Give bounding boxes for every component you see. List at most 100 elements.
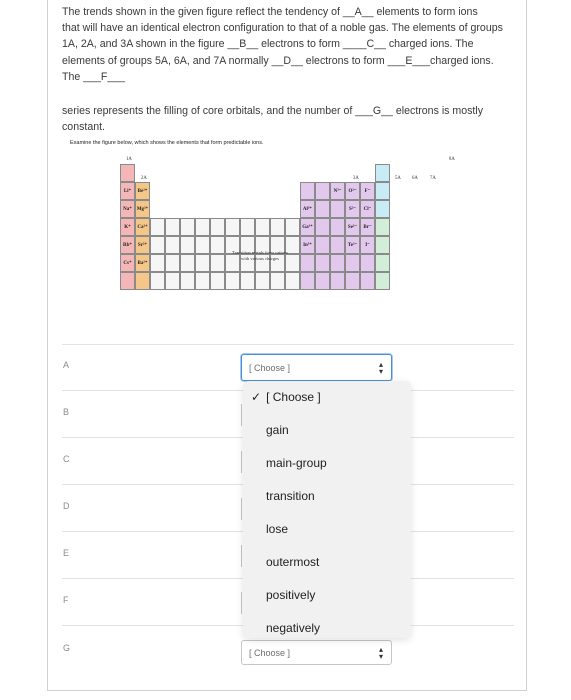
element-cell	[330, 236, 345, 254]
group-label-8a: 8A	[449, 157, 455, 162]
element-cell	[315, 200, 330, 218]
ion-cell-ga: Ga³⁺	[300, 218, 315, 236]
ion-cell-s: S²⁻	[345, 200, 360, 218]
element-cell	[255, 218, 270, 236]
element-cell	[180, 272, 195, 290]
element-cell	[315, 272, 330, 290]
element-cell	[285, 272, 300, 290]
element-cell	[270, 272, 285, 290]
element-cell	[375, 236, 390, 254]
answer-select-b-edge[interactable]	[241, 404, 242, 426]
answer-select-f-edge[interactable]	[241, 592, 242, 614]
ion-cell-li: Li⁺	[120, 182, 135, 200]
ion-cell-k: K⁺	[120, 218, 135, 236]
option-label: [ Choose ]	[266, 390, 321, 404]
dropdown-option-lose[interactable]: lose	[266, 522, 288, 536]
answer-label-g: G	[63, 643, 71, 653]
select-value: [ Choose ]	[249, 363, 291, 373]
element-cell	[210, 218, 225, 236]
ion-cell-n: N³⁻	[330, 182, 345, 200]
element-cell	[345, 272, 360, 290]
element-cell	[165, 218, 180, 236]
answer-select-c-edge[interactable]	[241, 451, 242, 473]
element-cell	[180, 254, 195, 272]
element-cell	[330, 200, 345, 218]
up-down-chevron-icon: ▴ ▾	[378, 360, 383, 376]
answer-select-e-edge[interactable]	[241, 545, 242, 567]
element-cell	[120, 272, 135, 290]
element-cell	[270, 218, 285, 236]
group-label-3a: 3A	[353, 176, 359, 181]
ion-cell-cl: Cl⁻	[360, 200, 375, 218]
dropdown-option-outermost[interactable]: outermost	[266, 555, 319, 569]
element-cell	[180, 236, 195, 254]
answer-label-e: E	[63, 548, 70, 558]
question-line-6: series represents the filling of core or…	[62, 105, 484, 118]
question-line-3: 1A, 2A, and 3A shown in the figure __B__…	[62, 38, 474, 51]
element-cell	[150, 254, 165, 272]
element-cell	[150, 236, 165, 254]
element-cell	[240, 272, 255, 290]
group-label-6a: 6A	[412, 176, 418, 181]
answer-label-d: D	[63, 501, 70, 511]
question-line-2: that will have an identical electron con…	[62, 22, 503, 35]
element-cell	[330, 254, 345, 272]
element-cell	[360, 254, 375, 272]
periodic-table-figure: Examine the figure below, which shows th…	[70, 140, 470, 305]
transition-label-line-2: with various charges	[241, 256, 279, 261]
element-cell	[195, 254, 210, 272]
ion-cell-te: Te²⁻	[345, 236, 360, 254]
transition-metals-label: Transition metals form cations with vari…	[210, 250, 310, 262]
up-down-chevron-icon: ▴ ▾	[378, 645, 383, 661]
element-cell	[165, 236, 180, 254]
element-cell	[375, 272, 390, 290]
element-cell	[150, 272, 165, 290]
dropdown-option-main-group[interactable]: main-group	[266, 456, 327, 470]
ion-cell-mg: Mg²⁺	[135, 200, 150, 218]
ion-cell-o: O²⁻	[345, 182, 360, 200]
element-cell	[315, 236, 330, 254]
ion-cell-al: Al³⁺	[300, 200, 315, 218]
element-cell	[240, 218, 255, 236]
dropdown-option-choose[interactable]: ✓ [ Choose ]	[251, 390, 321, 404]
ion-cell-br: Br⁻	[360, 218, 375, 236]
answer-select-g[interactable]: [ Choose ] ▴ ▾	[241, 640, 392, 665]
dropdown-option-gain[interactable]: gain	[266, 423, 289, 437]
element-cell	[315, 254, 330, 272]
ion-cell-sr: Sr²⁺	[135, 236, 150, 254]
dropdown-menu: ✓ [ Choose ] gain main-group transition l…	[243, 381, 411, 638]
answer-select-d-edge[interactable]	[241, 498, 242, 520]
element-cell	[135, 272, 150, 290]
dropdown-option-transition[interactable]: transition	[266, 489, 315, 503]
answer-label-b: B	[63, 407, 70, 417]
element-cell	[180, 218, 195, 236]
question-line-7: constant.	[62, 121, 105, 134]
element-cell	[165, 272, 180, 290]
element-cell	[225, 272, 240, 290]
answer-select-a[interactable]: [ Choose ] ▴ ▾	[241, 354, 392, 381]
element-cell	[345, 254, 360, 272]
element-cell	[165, 254, 180, 272]
element-cell	[315, 182, 330, 200]
ion-cell-cs: Cs⁺	[120, 254, 135, 272]
element-cell	[195, 218, 210, 236]
dropdown-option-positively[interactable]: positively	[266, 588, 315, 602]
element-cell	[330, 218, 345, 236]
element-cell	[120, 164, 135, 182]
group-label-5a: 5A	[395, 176, 401, 181]
element-cell	[375, 254, 390, 272]
checkmark-icon: ✓	[251, 390, 262, 404]
element-cell	[375, 182, 390, 200]
answer-label-c: C	[63, 454, 70, 464]
element-cell	[300, 272, 315, 290]
ion-cell-rb: Rb⁺	[120, 236, 135, 254]
dropdown-option-negatively[interactable]: negatively	[266, 621, 320, 635]
element-cell	[330, 272, 345, 290]
answer-label-f: F	[63, 595, 69, 605]
divider	[62, 344, 514, 345]
element-cell	[360, 272, 375, 290]
element-cell	[375, 200, 390, 218]
ion-cell-se: Se²⁻	[345, 218, 360, 236]
ion-cell-ba: Ba²⁺	[135, 254, 150, 272]
group-label-1a: 1A	[126, 157, 132, 162]
